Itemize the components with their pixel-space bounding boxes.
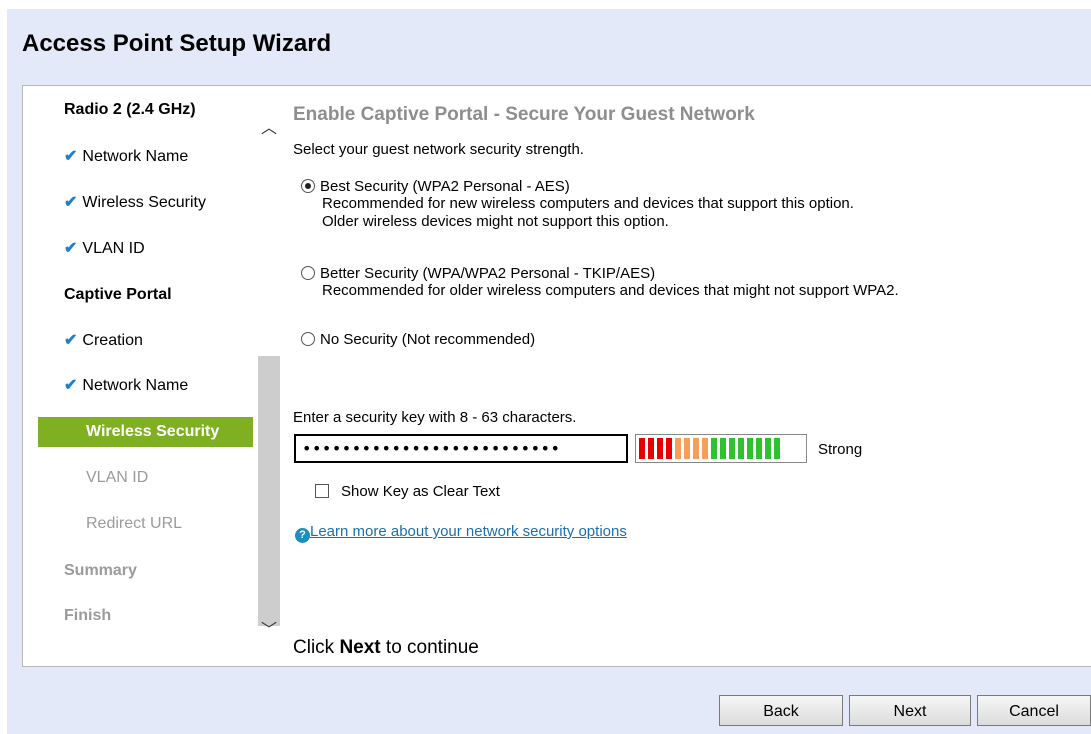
nav-header-captive-portal: Captive Portal xyxy=(64,280,172,310)
strength-meter-bar xyxy=(675,438,681,459)
strength-meter-bar xyxy=(666,438,672,459)
option-label: Best Security (WPA2 Personal - AES) xyxy=(320,178,570,195)
nav-label: VLAN ID xyxy=(86,469,149,486)
nav-scrollbar[interactable]: ︿ ﹀ xyxy=(257,96,280,662)
help-link[interactable]: Learn more about your network security o… xyxy=(310,523,627,540)
radio-better-security[interactable] xyxy=(301,266,315,280)
strength-meter-bar xyxy=(747,438,753,459)
strength-meter-bar xyxy=(765,438,771,459)
continue-suffix: to continue xyxy=(380,637,479,658)
security-key-input[interactable]: •••••••••••••••••••••••••• xyxy=(294,434,628,463)
strength-meter-bar xyxy=(648,438,654,459)
strength-meter-bar xyxy=(693,438,699,459)
section-title: Enable Captive Portal - Secure Your Gues… xyxy=(293,104,755,125)
nav-label: Finish xyxy=(64,607,112,624)
security-key-label: Enter a security key with 8 - 63 charact… xyxy=(293,409,577,426)
strength-meter-bar xyxy=(657,438,663,459)
strength-meter-bar xyxy=(639,438,645,459)
checkmark-icon: ✔ xyxy=(64,332,78,349)
nav-label: Summary xyxy=(64,562,137,579)
scroll-up-icon[interactable]: ︿ xyxy=(261,114,277,137)
back-button[interactable]: Back xyxy=(719,695,843,726)
radio-no-security[interactable] xyxy=(301,332,315,346)
cancel-button[interactable]: Cancel xyxy=(977,695,1091,726)
continue-prefix: Click xyxy=(293,637,340,658)
checkmark-icon: ✔ xyxy=(64,194,78,211)
radio-best-security[interactable] xyxy=(301,179,315,193)
nav-item-finish: Finish xyxy=(64,601,111,631)
help-row: ? Learn more about your network security … xyxy=(295,523,627,543)
strength-meter-bar xyxy=(720,438,726,459)
nav-label: Captive Portal xyxy=(64,286,172,303)
nav-label: Creation xyxy=(82,332,143,349)
strength-meter-bar xyxy=(684,438,690,459)
strength-meter xyxy=(635,434,807,463)
strength-meter-bar xyxy=(738,438,744,459)
wizard-title: Access Point Setup Wizard xyxy=(22,30,332,57)
nav-label: VLAN ID xyxy=(82,240,145,257)
nav-label: Network Name xyxy=(82,148,189,165)
nav-item-captive-vlan-id: VLAN ID xyxy=(86,463,148,493)
nav-header-radio-2: Radio 2 (2.4 GHz) xyxy=(64,95,196,125)
next-button[interactable]: Next xyxy=(849,695,971,726)
strength-label: Strong xyxy=(818,441,863,458)
option-desc-line: Recommended for new wireless computers a… xyxy=(322,195,854,212)
section-subtitle: Select your guest network security stren… xyxy=(293,141,584,158)
strength-meter-bar xyxy=(774,438,780,459)
continue-next-bold: Next xyxy=(339,637,381,658)
help-icon[interactable]: ? xyxy=(295,528,310,543)
wizard-panel: Radio 2 (2.4 GHz) ✔ Network Name ✔ Wireles… xyxy=(22,85,1091,667)
show-key-checkbox[interactable] xyxy=(315,484,329,498)
checkmark-icon: ✔ xyxy=(64,148,78,165)
option-better-security[interactable]: Better Security (WPA/WPA2 Personal - TKI… xyxy=(301,265,899,300)
nav-label: Radio 2 (2.4 GHz) xyxy=(64,101,196,118)
nav-item-vlan-id[interactable]: ✔ VLAN ID xyxy=(64,234,145,264)
strength-meter-bar xyxy=(729,438,735,459)
scroll-thumb[interactable] xyxy=(258,356,280,626)
nav-item-creation[interactable]: ✔ Creation xyxy=(64,326,143,356)
wizard-content: Enable Captive Portal - Secure Your Gues… xyxy=(293,86,1091,666)
nav-item-captive-network-name[interactable]: ✔ Network Name xyxy=(64,371,188,401)
strength-meter-bar xyxy=(702,438,708,459)
strength-meter-bar xyxy=(711,438,717,459)
checkmark-icon: ✔ xyxy=(64,240,78,257)
nav-label: Network Name xyxy=(82,377,189,394)
nav-label: Redirect URL xyxy=(86,515,183,532)
checkmark-icon: ✔ xyxy=(64,377,78,394)
nav-item-wireless-security[interactable]: ✔ Wireless Security xyxy=(64,188,206,218)
option-best-security[interactable]: Best Security (WPA2 Personal - AES) Reco… xyxy=(301,178,854,231)
nav-item-captive-wireless-security[interactable]: Wireless Security xyxy=(38,417,253,447)
option-desc-line: Recommended for older wireless computers… xyxy=(322,282,899,299)
nav-label: Wireless Security xyxy=(82,194,206,211)
show-key-label: Show Key as Clear Text xyxy=(341,483,500,500)
option-desc-line: Older wireless devices might not support… xyxy=(322,213,669,230)
nav-item-network-name[interactable]: ✔ Network Name xyxy=(64,142,188,172)
nav-label: Wireless Security xyxy=(86,423,220,440)
show-key-row[interactable]: Show Key as Clear Text xyxy=(315,483,500,500)
nav-item-redirect-url: Redirect URL xyxy=(86,509,182,539)
option-no-security[interactable]: No Security (Not recommended) xyxy=(301,331,535,348)
continue-instruction: Click Next to continue xyxy=(293,637,479,659)
scroll-down-icon[interactable]: ﹀ xyxy=(261,616,277,639)
wizard-steps-nav: Radio 2 (2.4 GHz) ✔ Network Name ✔ Wireles… xyxy=(23,86,257,666)
option-label: No Security (Not recommended) xyxy=(320,331,536,348)
option-label: Better Security (WPA/WPA2 Personal - TKI… xyxy=(320,265,656,282)
strength-meter-bar xyxy=(756,438,762,459)
nav-item-summary: Summary xyxy=(64,556,137,586)
